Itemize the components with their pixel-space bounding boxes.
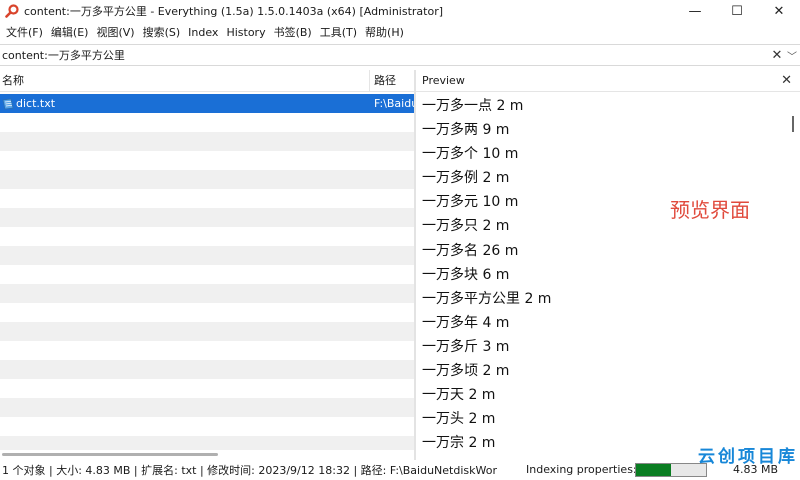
maximize-button[interactable]: ☐ <box>716 0 758 22</box>
indexing-progress-bar <box>635 463 707 477</box>
indexing-label: Indexing properties: <box>526 463 637 476</box>
empty-row <box>0 132 414 151</box>
empty-row <box>0 227 414 246</box>
result-row[interactable]: dict.txt F:\BaiduNetdiskWor <box>0 94 414 113</box>
window-title: content:一万多平方公里 - Everything (1.5a) 1.5.… <box>24 5 444 18</box>
preview-scrollbar-thumb[interactable] <box>792 116 794 132</box>
empty-row <box>0 246 414 265</box>
empty-row <box>0 303 414 322</box>
preview-header: Preview ✕ <box>416 70 800 92</box>
empty-row <box>0 436 414 450</box>
results-column-header: 名称 路径 <box>0 69 414 92</box>
menu-index[interactable]: Index <box>184 26 222 39</box>
status-summary: 1 个对象 | 大小: 4.83 MB | 扩展名: txt | 修改时间: 2… <box>2 464 497 477</box>
empty-row <box>0 151 414 170</box>
preview-line: 一万多斤 3 m <box>422 338 510 355</box>
preview-annotation-label: 预览界面 <box>670 198 750 222</box>
preview-line: 一万多例 2 m <box>422 170 510 187</box>
preview-line: 一万天 2 m <box>422 387 496 404</box>
empty-row <box>0 379 414 398</box>
menu-tools[interactable]: 工具(T) <box>316 24 361 40</box>
preview-line: 一万多两 9 m <box>422 122 510 139</box>
horizontal-scrollbar[interactable] <box>0 450 414 458</box>
search-input[interactable]: content:一万多平方公里 <box>0 47 770 63</box>
empty-row <box>0 417 414 436</box>
text-file-icon <box>2 98 14 109</box>
indexing-progress-fill <box>636 464 671 476</box>
preview-line: 一万多平方公里 2 m <box>422 290 552 307</box>
result-file-name: dict.txt <box>16 97 56 110</box>
preview-line: 一万多顷 2 m <box>422 363 510 380</box>
preview-line: 一万多名 26 m <box>422 242 519 259</box>
empty-row <box>0 398 414 417</box>
title-bar: content:一万多平方公里 - Everything (1.5a) 1.5.… <box>0 0 800 22</box>
empty-row <box>0 113 414 132</box>
empty-row <box>0 341 414 360</box>
column-header-name[interactable]: 名称 <box>0 69 370 92</box>
empty-row <box>0 284 414 303</box>
close-preview-icon[interactable]: ✕ <box>781 73 792 88</box>
preview-content[interactable]: 一万多一点 2 m 一万多两 9 m 一万多个 10 m 一万多例 2 m 一万… <box>416 92 800 455</box>
empty-row <box>0 208 414 227</box>
preview-line: 一万多个 10 m <box>422 146 519 163</box>
menu-bar: 文件(F) 编辑(E) 视图(V) 搜索(S) Index History 书签… <box>0 22 800 42</box>
status-bar: 1 个对象 | 大小: 4.83 MB | 扩展名: txt | 修改时间: 2… <box>0 460 800 480</box>
column-header-path[interactable]: 路径 <box>370 70 414 92</box>
menu-history[interactable]: History <box>222 26 269 39</box>
everything-app-icon[interactable] <box>4 3 20 19</box>
minimize-button[interactable]: — <box>674 0 716 22</box>
menu-file[interactable]: 文件(F) <box>2 24 47 40</box>
menu-bookmarks[interactable]: 书签(B) <box>270 24 316 40</box>
result-file-path: F:\BaiduNetdiskWor <box>374 97 414 110</box>
empty-row <box>0 170 414 189</box>
watermark: 云创项目库 <box>698 447 798 467</box>
preview-title: Preview <box>422 74 465 87</box>
search-history-dropdown-icon[interactable]: ﹀ <box>784 48 800 63</box>
empty-row <box>0 189 414 208</box>
preview-pane: Preview ✕ 一万多一点 2 m 一万多两 9 m 一万多个 10 m 一… <box>416 70 800 460</box>
menu-view[interactable]: 视图(V) <box>92 24 138 40</box>
menu-help[interactable]: 帮助(H) <box>361 24 408 40</box>
empty-row <box>0 322 414 341</box>
empty-row <box>0 360 414 379</box>
search-bar: content:一万多平方公里 ✕ ﹀ <box>0 44 800 66</box>
menu-edit[interactable]: 编辑(E) <box>47 24 93 40</box>
preview-line: 一万头 2 m <box>422 411 496 428</box>
results-list: dict.txt F:\BaiduNetdiskWor <box>0 94 414 450</box>
close-button[interactable]: ✕ <box>758 0 800 22</box>
horizontal-scrollbar-thumb[interactable] <box>2 453 218 456</box>
preview-line: 一万多块 6 m <box>422 266 510 283</box>
clear-search-icon[interactable]: ✕ <box>770 48 784 63</box>
empty-row <box>0 265 414 284</box>
preview-line: 一万多一点 2 m <box>422 98 524 114</box>
preview-line: 一万多年 4 m <box>422 314 510 331</box>
menu-search[interactable]: 搜索(S) <box>139 24 185 40</box>
